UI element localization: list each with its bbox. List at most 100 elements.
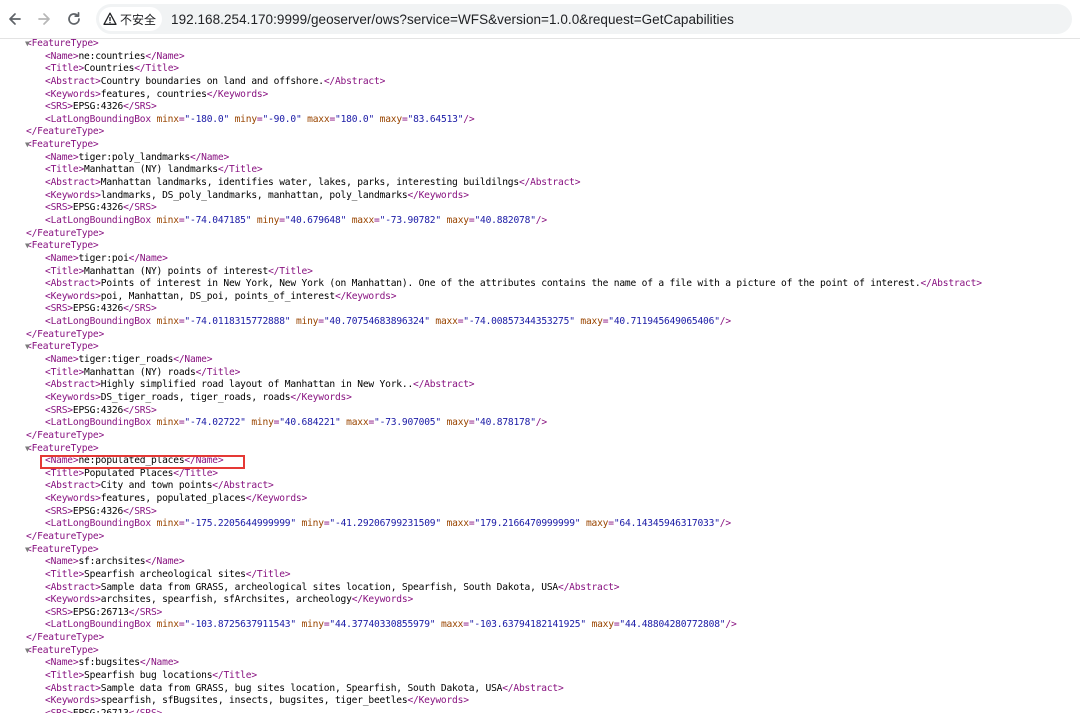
xml-element-srs: <SRS>EPSG:4326</SRS>	[0, 101, 1080, 114]
xml-attr-name: minx	[150, 417, 180, 429]
xml-text: ne:countries	[78, 50, 146, 62]
xml-open-tag: <Abstract>	[45, 278, 101, 290]
xml-open-tag: <Title>	[45, 670, 85, 682]
xml-element-srs: <SRS>EPSG:26713</SRS>	[0, 708, 1080, 713]
xml-close-tag: </Title>	[268, 265, 313, 277]
xml-attr-name: maxy	[440, 417, 470, 429]
xml-text: Manhattan (NY) points of interest	[84, 265, 269, 277]
xml-close-tag: </Keywords>	[334, 290, 397, 302]
address-bar[interactable]: 不安全 192.168.254.170:9999/geoserver/ows?s…	[96, 4, 1072, 34]
xml-close-tag: </Name>	[145, 50, 185, 62]
feature-type-open: ▼ <FeatureType>	[0, 645, 1080, 658]
xml-attr-value: "40.679648"	[284, 214, 347, 226]
xml-open-tag: <Abstract>	[45, 75, 101, 87]
xml-open-tag: <FeatureType>	[26, 240, 99, 252]
xml-text: features, countries	[100, 88, 207, 100]
collapse-triangle-icon[interactable]: ▼	[25, 341, 30, 354]
xml-text: Manhattan (NY) roads	[84, 366, 196, 378]
xml-open-tag: <Name>	[45, 556, 79, 568]
xml-text: EPSG:4326	[72, 101, 124, 113]
xml-open-tag: <Title>	[45, 265, 85, 277]
xml-element-keywords: <Keywords>poi, Manhattan, DS_poi, points…	[0, 291, 1080, 304]
xml-element-latlongboundingbox: <LatLongBoundingBox minx="-74.02722" min…	[0, 417, 1080, 430]
xml-attr-value: "-103.8725637911543"	[184, 619, 296, 631]
reload-icon	[68, 11, 80, 25]
xml-text: EPSG:4326	[72, 505, 124, 517]
collapse-triangle-icon[interactable]: ▼	[25, 38, 30, 51]
xml-open-tag: <SRS>	[45, 606, 73, 618]
xml-open-tag: <LatLongBoundingBox	[45, 518, 151, 530]
xml-attr-value: "-90.0"	[262, 113, 302, 125]
url-text[interactable]: 192.168.254.170:9999/geoserver/ows?servi…	[171, 12, 734, 27]
xml-open-tag: <FeatureType>	[26, 38, 99, 49]
xml-text: Countries	[84, 63, 135, 75]
xml-attr-value: "83.64513"	[407, 113, 464, 125]
xml-element-name: <Name>ne:countries</Name>	[0, 51, 1080, 64]
xml-element-name: <Name>tiger:tiger_roads</Name>	[0, 354, 1080, 367]
xml-text: Highly simplified road layout of Manhatt…	[100, 379, 414, 391]
reload-button[interactable]	[62, 7, 86, 31]
xml-attr-name: maxy	[574, 316, 603, 328]
xml-element-srs: <SRS>EPSG:4326</SRS>	[0, 202, 1080, 215]
xml-text: Sample data from GRASS, bug sites locati…	[100, 682, 503, 694]
forward-button[interactable]	[32, 7, 56, 31]
xml-close-tag: </FeatureType>	[26, 227, 105, 239]
xml-text: spearfish, sfBugsites, insects, bugsites…	[100, 695, 408, 707]
browser-toolbar: 不安全 192.168.254.170:9999/geoserver/ows?s…	[0, 0, 1080, 39]
xml-attr-name: maxy	[585, 619, 615, 631]
collapse-triangle-icon[interactable]: ▼	[25, 139, 30, 152]
xml-element-abstract: <Abstract>Sample data from GRASS, bug si…	[0, 683, 1080, 696]
xml-element-srs: <SRS>EPSG:4326</SRS>	[0, 506, 1080, 519]
xml-self-close: />	[463, 113, 475, 125]
xml-element-keywords: <Keywords>DS_tiger_roads, tiger_roads, r…	[0, 392, 1080, 405]
xml-self-close: />	[535, 214, 547, 226]
xml-close-tag: </Title>	[173, 467, 218, 479]
xml-element-name: <Name>sf:archsites</Name>	[0, 556, 1080, 569]
xml-element-keywords: <Keywords>spearfish, sfBugsites, insects…	[0, 695, 1080, 708]
collapse-triangle-icon[interactable]: ▼	[25, 240, 30, 253]
xml-attr-name: maxx	[440, 518, 470, 530]
feature-type-open: ▼ <FeatureType>	[0, 544, 1080, 557]
xml-attr-value: "-73.90782"	[379, 214, 442, 226]
xml-open-tag: <Keywords>	[45, 695, 101, 707]
xml-attr-name: maxy	[374, 113, 403, 125]
xml-text: EPSG:26713	[73, 708, 129, 713]
collapse-triangle-icon[interactable]: ▼	[25, 645, 30, 658]
xml-attr-value: "40.70754683896324"	[323, 316, 430, 328]
feature-type-close: </FeatureType>	[0, 329, 1080, 342]
xml-attr-name: maxx	[346, 214, 375, 226]
feature-type-close: </FeatureType>	[0, 228, 1080, 241]
xml-open-tag: <Keywords>	[45, 88, 101, 100]
xml-self-close: />	[725, 619, 737, 631]
collapse-triangle-icon[interactable]: ▼	[25, 443, 30, 456]
xml-open-tag: <FeatureType>	[26, 644, 99, 656]
xml-open-tag: <FeatureType>	[26, 139, 99, 151]
xml-open-tag: <LatLongBoundingBox	[45, 619, 151, 631]
xml-element-name: <Name>tiger:poi</Name>	[0, 253, 1080, 266]
xml-text: tiger:poly_landmarks	[78, 151, 190, 163]
xml-text: EPSG:4326	[72, 404, 124, 416]
xml-element-latlongboundingbox: <LatLongBoundingBox minx="-180.0" miny="…	[0, 114, 1080, 127]
xml-element-title: <Title>Populated Places</Title>	[0, 468, 1080, 481]
xml-open-tag: <FeatureType>	[26, 341, 99, 353]
xml-open-tag: <Keywords>	[45, 493, 101, 505]
xml-close-tag: </SRS>	[123, 101, 157, 113]
security-indicator[interactable]: 不安全	[99, 7, 163, 31]
xml-element-title: <Title>Manhattan (NY) roads</Title>	[0, 367, 1080, 380]
back-button[interactable]	[3, 7, 27, 31]
feature-type-close: </FeatureType>	[0, 126, 1080, 139]
feature-type-close: </FeatureType>	[0, 531, 1080, 544]
xml-text: ne:populated_places	[78, 455, 185, 467]
xml-close-tag: </FeatureType>	[26, 126, 105, 138]
xml-text: sf:archsites	[78, 556, 146, 568]
collapse-triangle-icon[interactable]: ▼	[25, 544, 30, 557]
xml-open-tag: <Keywords>	[45, 391, 101, 403]
xml-open-tag: <Keywords>	[45, 290, 101, 302]
xml-text: tiger:tiger_roads	[78, 354, 174, 366]
xml-element-abstract: <Abstract>Sample data from GRASS, archeo…	[0, 582, 1080, 595]
xml-text: tiger:poi	[78, 252, 129, 264]
xml-open-tag: <Name>	[45, 151, 79, 163]
xml-attr-name: maxy	[580, 518, 609, 530]
xml-text: EPSG:26713	[72, 606, 129, 618]
xml-close-tag: </Name>	[173, 354, 213, 366]
